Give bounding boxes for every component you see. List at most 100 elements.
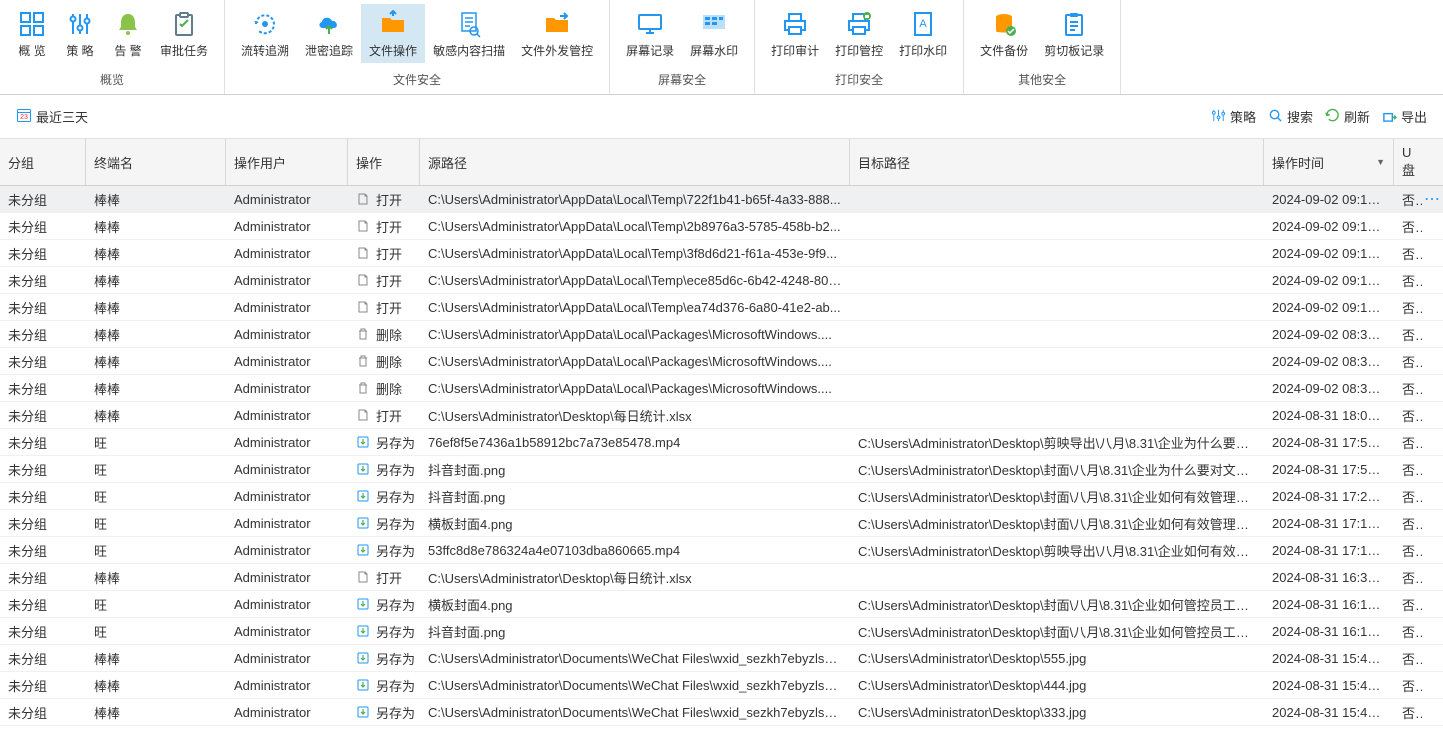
cell-op: 打开: [348, 240, 420, 267]
cell-terminal: 棒棒: [86, 564, 226, 591]
cell-terminal: 旺: [86, 591, 226, 618]
ribbon-strategy[interactable]: 策 略: [56, 4, 104, 63]
table-row[interactable]: 未分组 棒棒 Administrator 删除 C:\Users\Adminis…: [0, 321, 1443, 348]
date-filter[interactable]: 23 最近三天: [16, 107, 88, 126]
ribbon-screen-rec[interactable]: 屏幕记录: [618, 4, 682, 63]
table-row[interactable]: 未分组 棒棒 Administrator 另存为 C:\Users\Admini…: [0, 645, 1443, 672]
table-row[interactable]: 未分组 旺 Administrator 另存为 53ffc8d8e786324a…: [0, 537, 1443, 564]
refresh-button[interactable]: 刷新: [1325, 107, 1370, 126]
cell-time: 2024-08-31 16:19:02: [1264, 593, 1394, 616]
cell-user: Administrator: [226, 647, 348, 670]
cell-op-label: 打开: [376, 244, 402, 263]
watermark-icon: [698, 8, 730, 40]
search-button[interactable]: 搜索: [1268, 107, 1313, 126]
cell-time: 2024-08-31 16:32:20: [1264, 566, 1394, 589]
table-row[interactable]: 未分组 棒棒 Administrator 删除 C:\Users\Adminis…: [0, 348, 1443, 375]
ribbon-print-audit[interactable]: 打印审计: [763, 4, 827, 63]
cell-user: Administrator: [226, 377, 348, 400]
op-saveas-icon: [356, 597, 370, 611]
cell-dst: [850, 357, 1264, 365]
cell-op: 打开: [348, 402, 420, 429]
ribbon-item-label: 审批任务: [160, 42, 208, 59]
ribbon-file-backup[interactable]: 文件备份: [972, 4, 1036, 63]
ribbon-item-label: 文件外发管控: [521, 42, 593, 59]
ribbon-print-wm[interactable]: A打印水印: [891, 4, 955, 63]
ribbon-print-ctrl[interactable]: 打印管控: [827, 4, 891, 63]
cell-terminal: 旺: [86, 537, 226, 564]
strategy-button[interactable]: 策略: [1211, 107, 1256, 126]
cell-usb: 否: [1394, 240, 1422, 267]
cell-time: 2024-08-31 15:42:26: [1264, 674, 1394, 697]
cell-terminal: 棒棒: [86, 213, 226, 240]
cell-group: 未分组: [0, 645, 86, 672]
ribbon-item-label: 概 览: [18, 42, 45, 59]
cell-usb: 否: [1394, 645, 1422, 672]
cell-op-label: 打开: [376, 406, 402, 425]
col-header-op[interactable]: 操作: [348, 139, 420, 185]
col-header-user[interactable]: 操作用户: [226, 139, 348, 185]
cell-src: C:\Users\Administrator\AppData\Local\Tem…: [420, 188, 850, 211]
col-header-dst[interactable]: 目标路径: [850, 139, 1264, 185]
ribbon: 概 览策 略告 警审批任务概览流转追溯泄密追踪文件操作敏感内容扫描文件外发管控文…: [0, 0, 1443, 95]
cell-dst: [850, 330, 1264, 338]
ribbon-sensitive[interactable]: 敏感内容扫描: [425, 4, 513, 63]
table-row[interactable]: 未分组 棒棒 Administrator 打开 C:\Users\Adminis…: [0, 186, 1443, 213]
cell-time: 2024-08-31 17:55:53: [1264, 431, 1394, 454]
cell-user: Administrator: [226, 701, 348, 724]
col-header-src[interactable]: 源路径: [420, 139, 850, 185]
cell-src: C:\Users\Administrator\AppData\Local\Tem…: [420, 242, 850, 265]
cell-user: Administrator: [226, 323, 348, 346]
table-row[interactable]: 未分组 棒棒 Administrator 打开 C:\Users\Adminis…: [0, 213, 1443, 240]
cell-time: 2024-08-31 17:15:58: [1264, 539, 1394, 562]
ribbon-flow-trace[interactable]: 流转追溯: [233, 4, 297, 63]
table-row[interactable]: 未分组 棒棒 Administrator 另存为 C:\Users\Admini…: [0, 699, 1443, 726]
cell-group: 未分组: [0, 186, 86, 213]
col-header-usb[interactable]: U盘: [1394, 139, 1422, 185]
cell-time: 2024-09-02 08:34:40: [1264, 323, 1394, 346]
cell-user: Administrator: [226, 674, 348, 697]
cell-user: Administrator: [226, 242, 348, 265]
ribbon-alarm[interactable]: 告 警: [104, 4, 152, 63]
table-row[interactable]: 未分组 棒棒 Administrator 打开 C:\Users\Adminis…: [0, 240, 1443, 267]
op-delete-icon: [356, 327, 370, 341]
table-row[interactable]: 未分组 旺 Administrator 另存为 横板封面4.png C:\Use…: [0, 591, 1443, 618]
export-button[interactable]: 导出: [1382, 107, 1427, 126]
table-row[interactable]: 未分组 棒棒 Administrator 打开 C:\Users\Adminis…: [0, 402, 1443, 429]
bell-icon: [112, 8, 144, 40]
ribbon-overview[interactable]: 概 览: [8, 4, 56, 63]
ribbon-file-out[interactable]: 文件外发管控: [513, 4, 601, 63]
cell-time: 2024-08-31 16:18:41: [1264, 620, 1394, 643]
op-saveas-icon: [356, 705, 370, 719]
table-row[interactable]: 未分组 旺 Administrator 另存为 76ef8f5e7436a1b5…: [0, 429, 1443, 456]
table-row[interactable]: 未分组 旺 Administrator 另存为 抖音封面.png C:\User…: [0, 483, 1443, 510]
cell-time: 2024-09-02 09:18:16: [1264, 188, 1394, 211]
db-icon: [988, 8, 1020, 40]
cell-op: 另存为: [348, 672, 420, 699]
cell-group: 未分组: [0, 672, 86, 699]
ribbon-clipboard[interactable]: 剪切板记录: [1036, 4, 1112, 63]
export-icon: [1382, 108, 1397, 126]
ribbon-screen-wm[interactable]: 屏幕水印: [682, 4, 746, 63]
row-more-button[interactable]: ⋯: [1422, 186, 1442, 213]
table-row[interactable]: 未分组 旺 Administrator 另存为 抖音封面.png C:\User…: [0, 456, 1443, 483]
col-header-terminal[interactable]: 终端名: [86, 139, 226, 185]
cell-dst: [850, 303, 1264, 311]
cell-time: 2024-09-02 08:34:40: [1264, 377, 1394, 400]
table-row[interactable]: 未分组 棒棒 Administrator 另存为 C:\Users\Admini…: [0, 672, 1443, 699]
ribbon-item-label: 泄密追踪: [305, 42, 353, 59]
table-row[interactable]: 未分组 旺 Administrator 另存为 横板封面4.png C:\Use…: [0, 510, 1443, 537]
cell-src: C:\Users\Administrator\Documents\WeChat …: [420, 701, 850, 724]
table-row[interactable]: 未分组 棒棒 Administrator 打开 C:\Users\Adminis…: [0, 564, 1443, 591]
table-row[interactable]: 未分组 棒棒 Administrator 打开 C:\Users\Adminis…: [0, 294, 1443, 321]
table-row[interactable]: 未分组 棒棒 Administrator 删除 C:\Users\Adminis…: [0, 375, 1443, 402]
table-row[interactable]: 未分组 旺 Administrator 另存为 抖音封面.png C:\User…: [0, 618, 1443, 645]
cell-user: Administrator: [226, 215, 348, 238]
ribbon-file-op[interactable]: 文件操作: [361, 4, 425, 63]
ribbon-approval[interactable]: 审批任务: [152, 4, 216, 63]
cell-src: C:\Users\Administrator\Documents\WeChat …: [420, 674, 850, 697]
op-open-icon: [356, 219, 370, 233]
table-row[interactable]: 未分组 棒棒 Administrator 打开 C:\Users\Adminis…: [0, 267, 1443, 294]
col-header-time[interactable]: 操作时间 ▼: [1264, 139, 1394, 185]
ribbon-leak-trace[interactable]: 泄密追踪: [297, 4, 361, 63]
col-header-group[interactable]: 分组: [0, 139, 86, 185]
